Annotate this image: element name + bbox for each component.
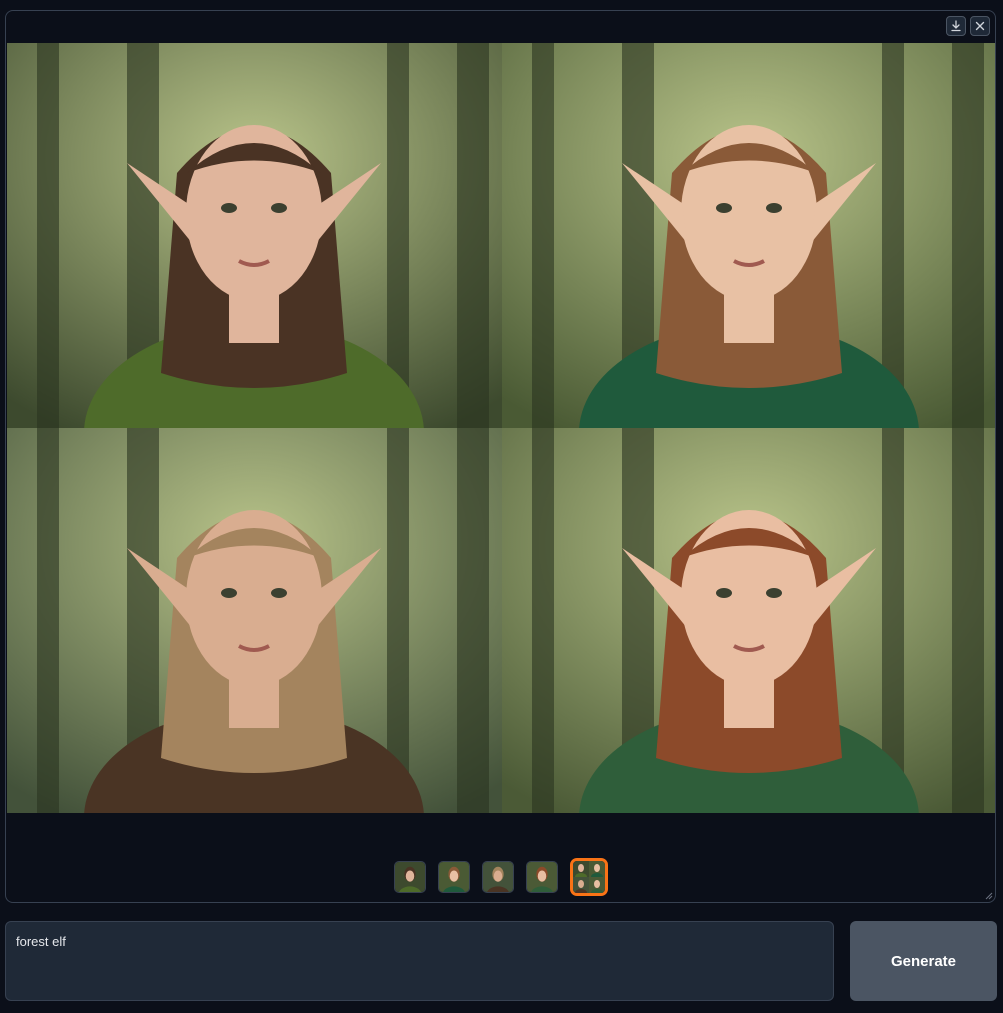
thumbnail-grid[interactable]: [569, 858, 608, 896]
download-icon: [951, 20, 961, 32]
generated-image-3[interactable]: [7, 428, 502, 813]
generate-button-label: Generate: [890, 952, 957, 970]
generated-image-4[interactable]: [502, 428, 995, 813]
thumbnail-3[interactable]: [481, 861, 514, 893]
thumbnail-1[interactable]: [393, 861, 426, 893]
image-preview-grid[interactable]: [7, 43, 995, 813]
download-button[interactable]: [946, 16, 966, 36]
thumbnail-2[interactable]: [437, 861, 470, 893]
close-icon: [975, 21, 985, 31]
generated-image-1[interactable]: [7, 43, 502, 428]
generate-button[interactable]: Generate: [850, 921, 997, 1001]
thumbnail-4[interactable]: [525, 861, 558, 893]
generated-image-2[interactable]: [502, 43, 995, 428]
gallery-toolbar: [946, 16, 990, 36]
prompt-text: forest elf: [16, 934, 66, 949]
resize-handle-icon[interactable]: [985, 892, 993, 900]
image-gallery: [5, 10, 996, 903]
thumbnail-strip: [6, 858, 995, 896]
prompt-input[interactable]: forest elf: [5, 921, 834, 1001]
close-button[interactable]: [970, 16, 990, 36]
